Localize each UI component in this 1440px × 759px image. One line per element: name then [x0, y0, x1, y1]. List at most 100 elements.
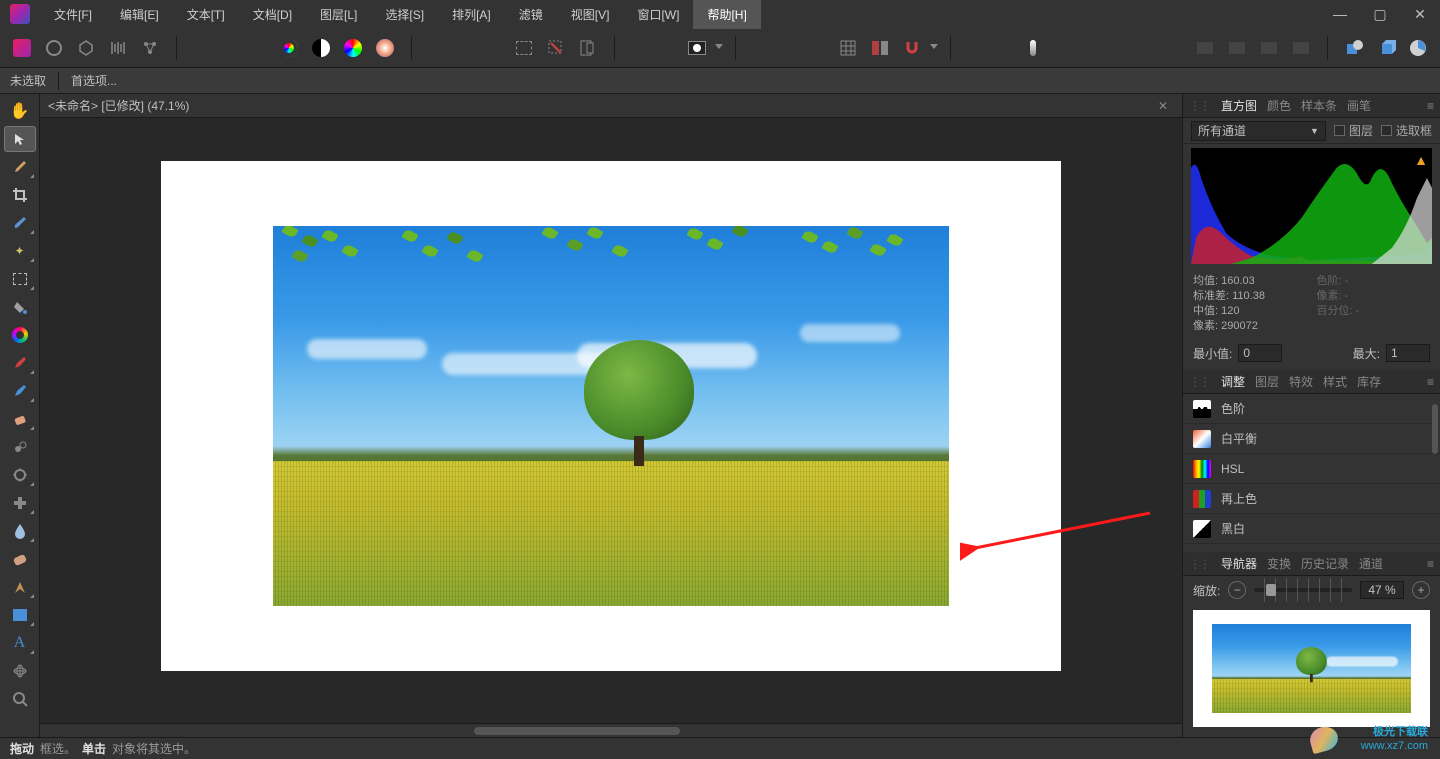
panel-menu-icon[interactable]: ≡ [1427, 99, 1434, 113]
menu-view[interactable]: 视图[V] [557, 0, 624, 29]
gradient-tool[interactable] [4, 322, 36, 348]
selection-add-icon[interactable] [542, 34, 570, 62]
tab-histogram[interactable]: 直方图 [1221, 97, 1257, 114]
menu-select[interactable]: 选择[S] [371, 0, 438, 29]
autocontrast-icon[interactable] [307, 34, 335, 62]
navigator-preview[interactable] [1193, 610, 1430, 727]
persona-photo-icon[interactable] [8, 34, 36, 62]
zoom-tool[interactable] [4, 686, 36, 712]
zoom-value[interactable]: 47 % [1360, 581, 1404, 599]
selection-new-icon[interactable] [510, 34, 538, 62]
heal-tool[interactable] [4, 490, 36, 516]
panel-menu-icon[interactable]: ≡ [1427, 557, 1434, 571]
tab-effects[interactable]: 特效 [1289, 373, 1313, 390]
menu-arrange[interactable]: 排列[A] [438, 0, 505, 29]
zoom-in-button[interactable]: + [1412, 581, 1430, 599]
mesh-tool[interactable] [4, 658, 36, 684]
tab-layers[interactable]: 图层 [1255, 373, 1279, 390]
eraser-tool[interactable] [4, 406, 36, 432]
inpaint-tool[interactable] [4, 546, 36, 572]
menu-help[interactable]: 帮助[H] [693, 0, 760, 29]
menu-file[interactable]: 文件[F] [40, 0, 106, 29]
adjust-white-balance[interactable]: 白平衡 [1183, 424, 1440, 454]
snap-icon[interactable] [898, 34, 926, 62]
persona-tone-icon[interactable] [104, 34, 132, 62]
clone-tool[interactable] [4, 434, 36, 460]
canvas-viewport[interactable] [40, 118, 1182, 723]
menu-document[interactable]: 文档[D] [239, 0, 306, 29]
persona-export-icon[interactable] [136, 34, 164, 62]
tab-history[interactable]: 历史记录 [1301, 555, 1349, 572]
preferences-link[interactable]: 首选项... [71, 72, 117, 89]
chevron-down-icon[interactable] [930, 44, 938, 52]
quickmask-icon[interactable] [683, 34, 711, 62]
adjust-scrollbar[interactable] [1432, 404, 1438, 454]
dodge-tool[interactable] [4, 462, 36, 488]
tab-stock[interactable]: 库存 [1357, 373, 1381, 390]
tab-transform[interactable]: 变换 [1267, 555, 1291, 572]
crop-tool[interactable] [4, 182, 36, 208]
zoom-out-button[interactable]: − [1228, 581, 1246, 599]
channel-dropdown[interactable]: 所有通道▼ [1191, 121, 1326, 141]
min-input[interactable]: 0 [1238, 344, 1282, 362]
hand-tool[interactable]: ✋ [4, 98, 36, 124]
blur-tool[interactable] [4, 518, 36, 544]
persona-develop-icon[interactable] [72, 34, 100, 62]
layer-checkbox[interactable]: 图层 [1334, 122, 1373, 139]
shape-tool-icon[interactable] [1340, 34, 1368, 62]
maximize-button[interactable]: ▢ [1360, 0, 1400, 28]
menu-text[interactable]: 文本[T] [173, 0, 239, 29]
adjust-hsl[interactable]: HSL [1183, 454, 1440, 484]
drag-handle-icon[interactable]: ⋮⋮ [1189, 375, 1209, 389]
tab-navigator[interactable]: 导航器 [1221, 555, 1257, 572]
max-input[interactable]: 1 [1386, 344, 1430, 362]
tab-swatch[interactable]: 样本条 [1301, 97, 1337, 114]
title-bar: 文件[F] 编辑[E] 文本[T] 文档[D] 图层[L] 选择[S] 排列[A… [0, 0, 1440, 28]
selection-sub-icon[interactable] [574, 34, 602, 62]
persona-liquify-icon[interactable] [40, 34, 68, 62]
tab-brush[interactable]: 画笔 [1347, 97, 1371, 114]
autolevel-icon[interactable] [371, 34, 399, 62]
flood-fill-tool[interactable] [4, 294, 36, 320]
chevron-down-icon[interactable] [715, 44, 723, 52]
zoom-slider[interactable] [1254, 588, 1352, 592]
hsl-icon [1193, 460, 1211, 478]
paint-brush-tool[interactable] [4, 350, 36, 376]
adjust-recolor[interactable]: 再上色 [1183, 484, 1440, 514]
cube-tool-icon[interactable] [1372, 34, 1400, 62]
dual-icon[interactable] [866, 34, 894, 62]
autocolor-icon[interactable] [275, 34, 303, 62]
assistant-icon[interactable] [1019, 34, 1047, 62]
vector-brush-tool[interactable] [4, 378, 36, 404]
pie-tool-icon[interactable] [1404, 34, 1432, 62]
drag-handle-icon[interactable]: ⋮⋮ [1189, 99, 1209, 113]
menu-layer[interactable]: 图层[L] [306, 0, 371, 29]
panel-menu-icon[interactable]: ≡ [1427, 375, 1434, 389]
grid-icon[interactable] [834, 34, 862, 62]
autowb-icon[interactable] [339, 34, 367, 62]
pen-tool[interactable] [4, 574, 36, 600]
brush-select-tool[interactable] [4, 210, 36, 236]
tab-color[interactable]: 颜色 [1267, 97, 1291, 114]
menu-window[interactable]: 窗口[W] [623, 0, 693, 29]
marquee-tool[interactable] [4, 266, 36, 292]
menu-edit[interactable]: 编辑[E] [106, 0, 173, 29]
wand-tool[interactable]: ✦ [4, 238, 36, 264]
color-picker-tool[interactable] [4, 154, 36, 180]
horizontal-scrollbar[interactable] [40, 723, 1182, 737]
adjust-label: 色阶 [1221, 400, 1245, 417]
drag-handle-icon[interactable]: ⋮⋮ [1189, 557, 1209, 571]
text-tool[interactable]: A [4, 630, 36, 656]
adjust-levels[interactable]: 色阶 [1183, 394, 1440, 424]
document-close-icon[interactable]: ✕ [1152, 99, 1174, 113]
rectangle-tool[interactable] [4, 602, 36, 628]
close-button[interactable]: ✕ [1400, 0, 1440, 28]
adjust-bw[interactable]: 黑白 [1183, 514, 1440, 544]
menu-filter[interactable]: 滤镜 [505, 0, 557, 29]
tab-styles[interactable]: 样式 [1323, 373, 1347, 390]
marquee-checkbox[interactable]: 选取框 [1381, 122, 1432, 139]
tab-adjust[interactable]: 调整 [1221, 373, 1245, 390]
move-tool[interactable] [4, 126, 36, 152]
tab-channels[interactable]: 通道 [1359, 555, 1383, 572]
minimize-button[interactable]: — [1320, 0, 1360, 28]
